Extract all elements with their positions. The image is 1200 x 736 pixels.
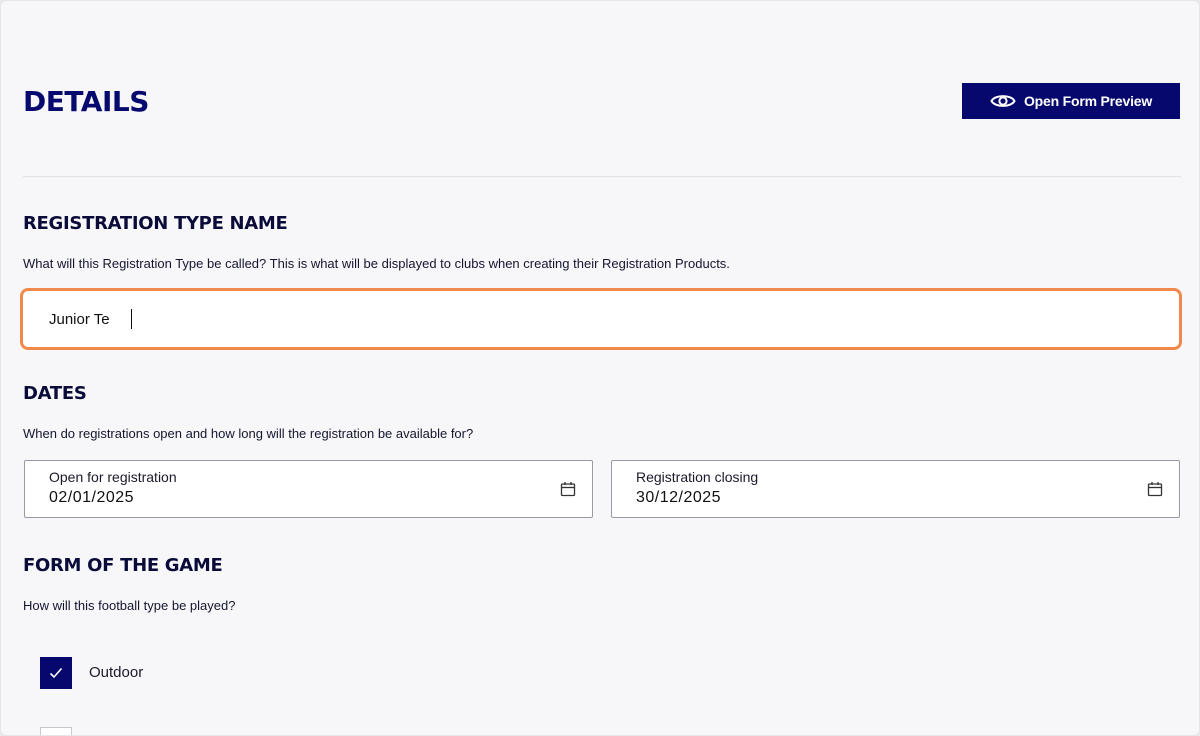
registration-type-name-description: What will this Registration Type be call… [23, 256, 730, 271]
form-of-the-game-description: How will this football type be played? [23, 598, 236, 613]
dates-heading: DATES [23, 383, 87, 404]
registration-type-name-input[interactable] [23, 291, 1179, 347]
outdoor-checkbox-label[interactable]: Outdoor [89, 664, 143, 681]
calendar-icon[interactable] [560, 481, 576, 497]
open-for-registration-label: Open for registration [49, 469, 177, 485]
registration-closing-date-field[interactable]: Registration closing 30/12/2025 [611, 460, 1180, 518]
second-option-checkbox[interactable] [40, 727, 72, 735]
registration-closing-label: Registration closing [636, 469, 759, 485]
text-caret [131, 309, 132, 329]
open-form-preview-label: Open Form Preview [1023, 93, 1153, 109]
dates-description: When do registrations open and how long … [23, 426, 474, 441]
open-for-registration-value: 02/01/2025 [49, 489, 135, 506]
eye-icon [990, 95, 1016, 107]
open-form-preview-button[interactable]: Open Form Preview [962, 83, 1180, 119]
registration-type-name-field[interactable] [20, 288, 1182, 350]
form-of-the-game-heading: FORM OF THE GAME [23, 555, 223, 576]
calendar-icon[interactable] [1147, 481, 1163, 497]
registration-type-name-heading: REGISTRATION TYPE NAME [23, 213, 288, 234]
details-panel: DETAILS Open Form Preview REGISTRATION T… [0, 0, 1200, 736]
page-title: DETAILS [23, 85, 149, 118]
section-divider [23, 176, 1181, 177]
open-for-registration-date-field[interactable]: Open for registration 02/01/2025 [24, 460, 593, 518]
checkmark-icon [49, 667, 63, 679]
outdoor-checkbox[interactable] [40, 657, 72, 689]
registration-closing-value: 30/12/2025 [636, 489, 722, 506]
